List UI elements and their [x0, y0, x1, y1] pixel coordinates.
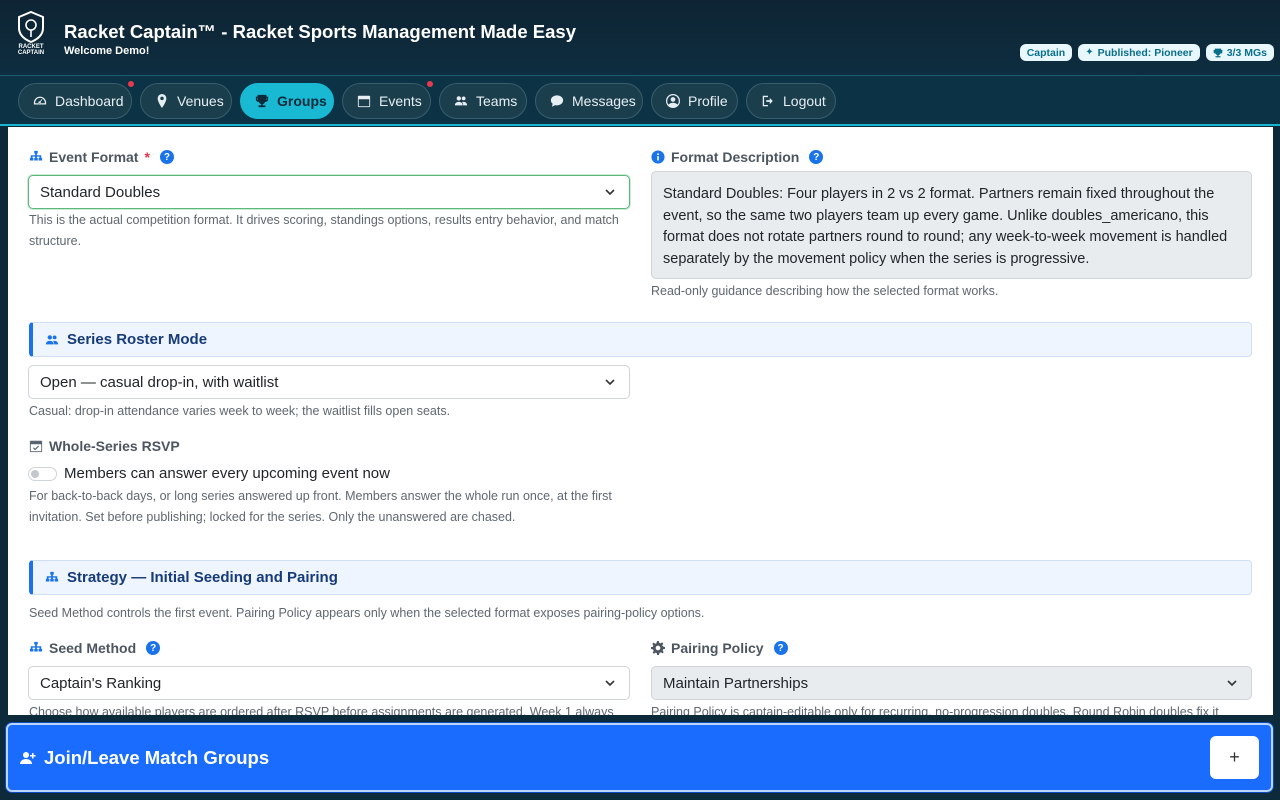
- user-circle-icon: [666, 94, 680, 108]
- chevron-down-icon: [605, 680, 615, 687]
- published-badge-label: Published: Pioneer: [1097, 46, 1193, 59]
- calendar-icon: [357, 95, 371, 108]
- map-pin-icon: [157, 94, 167, 108]
- help-icon[interactable]: ?: [773, 641, 788, 655]
- required-marker: *: [144, 149, 150, 165]
- chevron-down-icon: [605, 189, 615, 196]
- series-roster-value: Open — casual drop-in, with waitlist: [40, 373, 279, 391]
- series-roster-hint: Casual: drop-in attendance varies week t…: [29, 404, 451, 418]
- seed-method-label-text: Seed Method: [49, 640, 137, 656]
- app-header: RACKET CAPTAIN Racket Captain™ - Racket …: [0, 0, 1280, 75]
- chevron-down-icon: [1227, 680, 1237, 687]
- trophy-icon: [1213, 48, 1223, 57]
- nav-teams-label: Teams: [476, 93, 518, 109]
- svg-text:CAPTAIN: CAPTAIN: [18, 50, 44, 56]
- series-roster-section-header: Series Roster Mode: [29, 322, 1252, 357]
- strategy-title: Strategy — Initial Seeding and Pairing: [67, 569, 338, 586]
- help-icon[interactable]: ?: [159, 150, 174, 164]
- nav-dashboard-label: Dashboard: [55, 93, 124, 109]
- sitemap-icon: [29, 641, 43, 652]
- nav-events[interactable]: Events: [342, 83, 431, 119]
- join-leave-title: Join/Leave Match Groups: [20, 747, 269, 769]
- help-icon[interactable]: ?: [146, 641, 161, 655]
- nav-venues[interactable]: Venues: [140, 83, 232, 119]
- people-icon: [454, 96, 468, 106]
- whole-series-rsvp-toggle-label[interactable]: Members can answer every upcoming event …: [64, 465, 390, 482]
- series-roster-select[interactable]: Open — casual drop-in, with waitlist: [28, 365, 630, 399]
- pairing-policy-hint: Pairing Policy is captain-editable only …: [651, 705, 1219, 715]
- role-badge-label: Captain: [1026, 46, 1066, 59]
- nav-groups[interactable]: Groups: [240, 83, 334, 119]
- event-format-label-text: Event Format: [49, 149, 139, 165]
- match-groups-badge-label: 3/3 MGs: [1226, 46, 1267, 59]
- dashboard-notification-dot: [127, 80, 135, 88]
- whole-series-rsvp-hint: For back-to-back days, or long series an…: [29, 489, 612, 524]
- trophy-icon: [255, 94, 269, 108]
- format-description-label: Format Description ?: [651, 149, 824, 165]
- nav-messages-label: Messages: [572, 93, 636, 109]
- format-description-label-text: Format Description: [671, 149, 800, 165]
- info-icon: [651, 150, 665, 164]
- nav-profile[interactable]: Profile: [651, 83, 738, 119]
- format-description-hint: Read-only guidance describing how the se…: [651, 284, 999, 298]
- gear-icon: [651, 641, 665, 655]
- welcome-text: Welcome Demo!: [64, 45, 150, 57]
- expand-button[interactable]: +: [1210, 736, 1259, 779]
- nav-messages[interactable]: Messages: [535, 83, 643, 119]
- whole-series-rsvp-toggle[interactable]: [28, 467, 57, 481]
- role-badge: Captain: [1019, 44, 1073, 61]
- gauge-icon: [33, 96, 47, 105]
- format-description-box: Standard Doubles: Four players in 2 vs 2…: [651, 171, 1252, 279]
- strategy-section-header: Strategy — Initial Seeding and Pairing: [29, 560, 1252, 595]
- series-roster-title: Series Roster Mode: [67, 331, 208, 348]
- seed-method-hint: Choose how available players are ordered…: [29, 705, 614, 715]
- group-settings-form: Event Format * ? Standard Doubles This i…: [8, 127, 1273, 715]
- event-format-label: Event Format * ?: [29, 149, 174, 165]
- nav-profile-label: Profile: [688, 93, 728, 109]
- racket-captain-logo: RACKET CAPTAIN: [18, 10, 44, 56]
- event-format-select[interactable]: Standard Doubles: [28, 175, 630, 209]
- event-format-hint: This is the actual competition format. I…: [29, 213, 619, 248]
- status-badges: Captain ✦ Published: Pioneer 3/3 MGs: [1019, 44, 1274, 61]
- join-leave-title-text: Join/Leave Match Groups: [44, 747, 270, 768]
- sparkle-icon: ✦: [1085, 47, 1094, 58]
- sitemap-icon: [29, 150, 43, 161]
- calendar-check-icon: [29, 440, 43, 453]
- event-format-value: Standard Doubles: [40, 183, 161, 201]
- seed-method-label: Seed Method ?: [29, 640, 161, 656]
- chat-icon: [550, 95, 564, 107]
- published-badge: ✦ Published: Pioneer: [1078, 44, 1200, 61]
- people-icon: [45, 334, 59, 344]
- nav-dashboard[interactable]: Dashboard: [18, 83, 132, 119]
- nav-logout[interactable]: Logout: [746, 83, 836, 119]
- seed-method-select[interactable]: Captain's Ranking: [28, 666, 630, 700]
- nav-venues-label: Venues: [177, 93, 224, 109]
- pairing-policy-value: Maintain Partnerships: [663, 674, 809, 692]
- events-notification-dot: [426, 80, 434, 88]
- main-nav: Dashboard Venues Groups Events Teams Mes…: [0, 75, 1280, 126]
- pairing-policy-label: Pairing Policy ?: [651, 640, 788, 656]
- app-title: Racket Captain™ - Racket Sports Manageme…: [64, 21, 576, 42]
- chevron-down-icon: [605, 379, 615, 386]
- nav-events-label: Events: [379, 93, 422, 109]
- seed-method-value: Captain's Ranking: [40, 674, 162, 692]
- sitemap-icon: [45, 571, 59, 581]
- whole-series-rsvp-label-text: Whole-Series RSVP: [49, 438, 180, 454]
- pairing-policy-select[interactable]: Maintain Partnerships: [651, 666, 1252, 700]
- logout-icon: [762, 95, 773, 107]
- nav-logout-label: Logout: [783, 93, 826, 109]
- whole-series-rsvp-label: Whole-Series RSVP: [29, 438, 180, 454]
- nav-groups-label: Groups: [277, 93, 327, 109]
- match-groups-badge: 3/3 MGs: [1205, 44, 1274, 61]
- user-plus-icon: [20, 752, 36, 764]
- pairing-policy-label-text: Pairing Policy: [671, 640, 764, 656]
- join-leave-match-groups-panel[interactable]: Join/Leave Match Groups +: [6, 723, 1273, 792]
- nav-teams[interactable]: Teams: [439, 83, 527, 119]
- toggle-knob: [31, 470, 39, 478]
- help-icon[interactable]: ?: [809, 150, 824, 164]
- strategy-hint: Seed Method controls the first event. Pa…: [29, 606, 705, 620]
